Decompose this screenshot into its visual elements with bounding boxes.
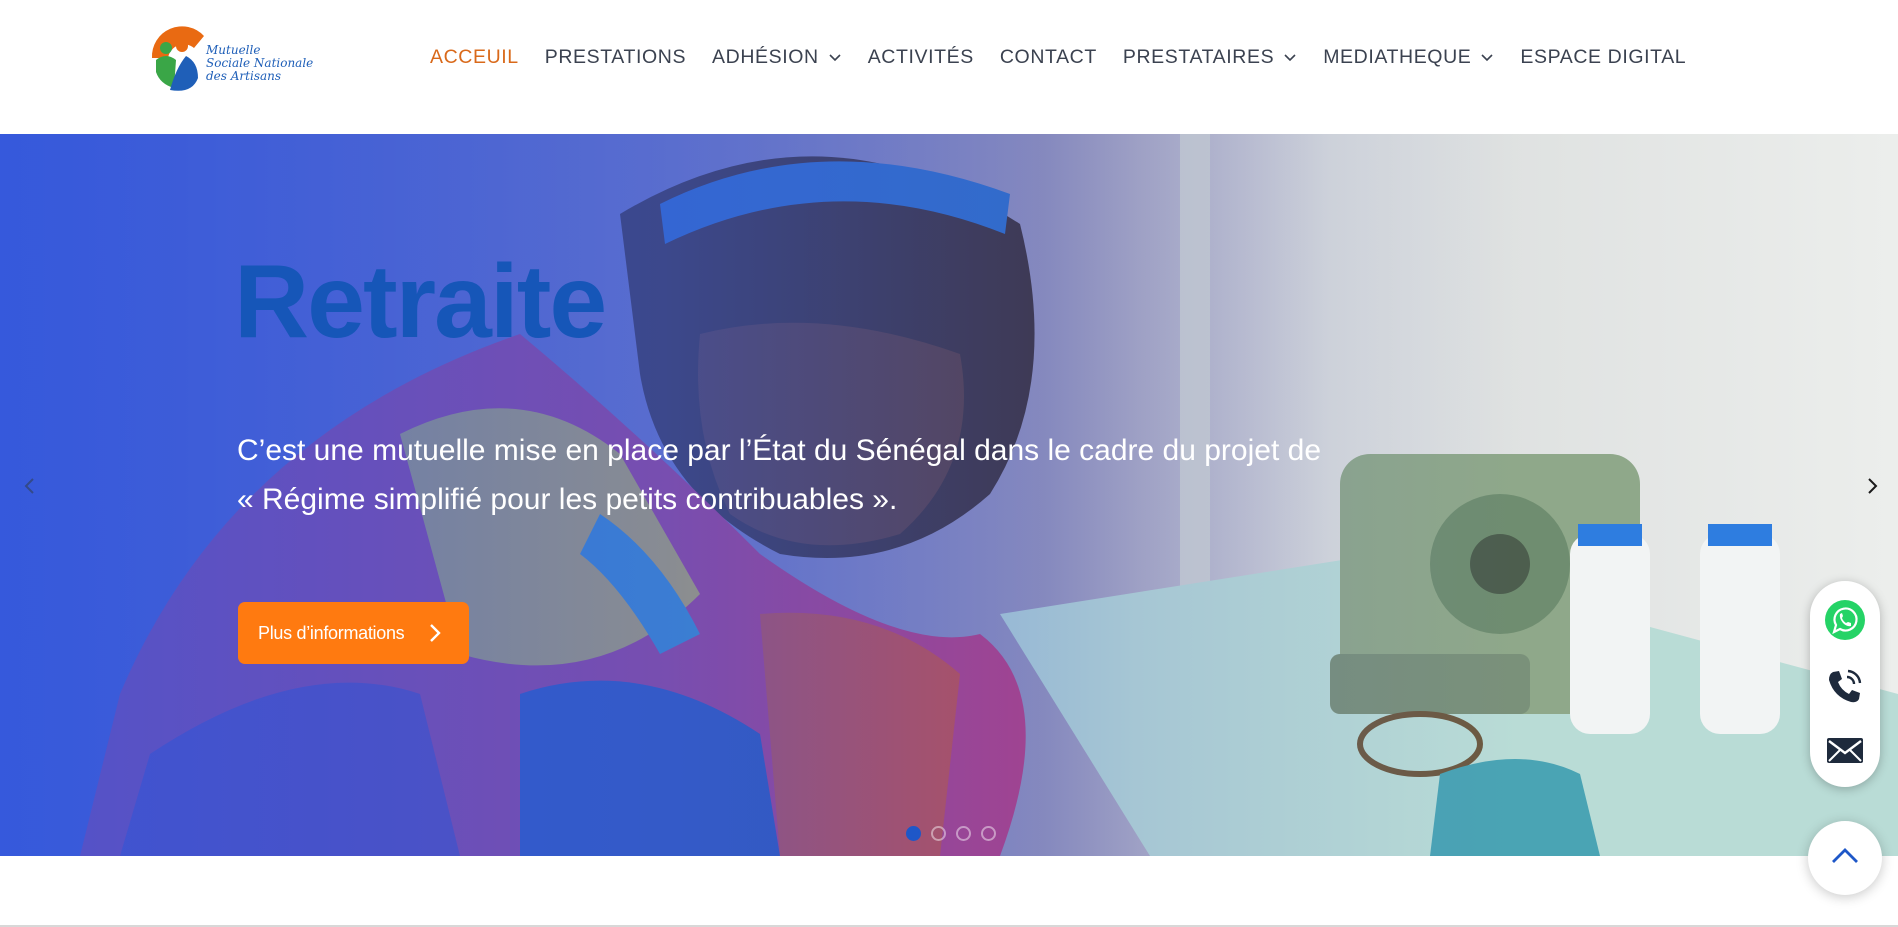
nav-item-label: ADHÉSION [712,45,819,68]
slider-dot[interactable] [906,826,921,841]
hero-description-line: C’est une mutuelle mise en place par l’É… [237,434,1321,467]
nav-item-activites[interactable]: ACTIVITÉS [868,44,974,70]
phone-icon[interactable] [1824,665,1866,707]
chevron-down-icon [1481,54,1493,62]
chevron-up-icon [1832,848,1858,863]
logo-line: des Artisans [206,69,282,83]
nav-item-label: ACCEUIL [430,45,519,68]
nav-item-label: ESPACE DIGITAL [1520,45,1687,68]
nav-item-adhesion[interactable]: ADHÉSION [712,44,842,70]
slider-dot[interactable] [931,826,946,841]
nav-item-espace-digital[interactable]: ESPACE DIGITAL [1520,44,1686,70]
nav-item-label: ACTIVITÉS [867,45,974,68]
more-info-button[interactable]: Plus d’informations [238,602,469,664]
nav-item-acceuil[interactable]: ACCEUIL [430,44,519,70]
chevron-down-icon [829,54,841,62]
nav-item-label: MEDIATHEQUE [1323,45,1472,68]
hero-title: Retraite [234,244,607,360]
site-header: Mutuelle Sociale Nationale des Artisans … [0,0,1898,134]
nav-item-label: PRESTATAIRES [1122,45,1275,68]
nav-item-mediatheque[interactable]: MEDIATHEQUE [1323,44,1494,70]
chevron-right-icon [430,624,441,642]
nav-item-prestataires[interactable]: PRESTATAIRES [1123,44,1297,70]
chevron-down-icon [1284,54,1296,62]
more-info-button-label: Plus d’informations [258,622,405,643]
scroll-to-top-button[interactable] [1808,821,1882,895]
hero-slider: Retraite C’est une mutuelle mise en plac… [0,134,1898,856]
nav-item-label: PRESTATIONS [544,45,687,68]
slider-pagination [906,826,996,841]
site-logo[interactable]: Mutuelle Sociale Nationale des Artisans [146,18,313,98]
mail-icon[interactable] [1824,729,1866,771]
nav-item-prestations[interactable]: PRESTATIONS [545,44,686,70]
slider-dot[interactable] [981,826,996,841]
whatsapp-icon[interactable] [1824,599,1866,641]
floating-contact-widget [1810,581,1880,787]
nav-item-contact[interactable]: CONTACT [1000,44,1097,70]
slider-dot[interactable] [956,826,971,841]
hero-description-line: « Régime simplifié pour les petits contr… [237,483,898,516]
logo-text: Mutuelle Sociale Nationale des Artisans [206,44,313,83]
nav-item-label: CONTACT [999,45,1097,68]
slider-prev-button[interactable] [20,474,40,498]
slider-next-button[interactable] [1862,474,1882,498]
hero-description: C’est une mutuelle mise en place par l’É… [237,426,1337,524]
main-nav: ACCEUIL PRESTATIONS ADHÉSION ACTIVITÉS C… [430,44,1686,70]
